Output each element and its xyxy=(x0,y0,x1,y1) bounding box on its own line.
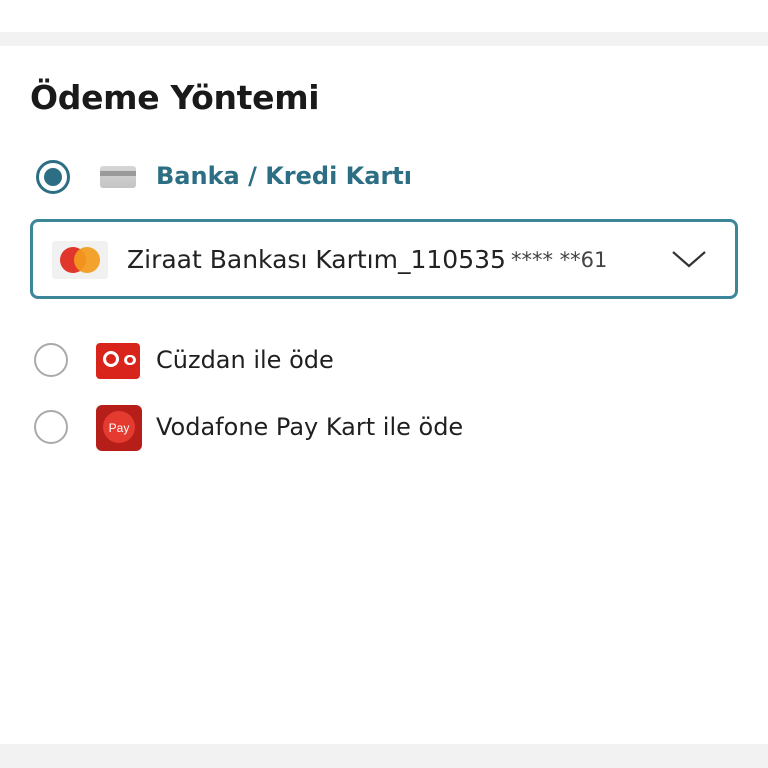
chevron-down-icon[interactable] xyxy=(671,244,707,272)
credit-card-icon xyxy=(100,166,136,188)
option-label-vodafone-pay[interactable]: Vodafone Pay Kart ile öde xyxy=(156,413,463,441)
vodafone-wallet-icon xyxy=(96,343,140,379)
option-label-bank-card[interactable]: Banka / Kredi Kartı xyxy=(156,162,412,190)
vodafone-pay-icon: Pay xyxy=(96,405,142,451)
option-label-wallet[interactable]: Cüzdan ile öde xyxy=(156,346,334,374)
card-name: Ziraat Bankası Kartım_110535 xyxy=(127,245,506,274)
mastercard-icon xyxy=(52,241,108,279)
card-masked-number: **** **61 xyxy=(511,248,608,272)
section-divider xyxy=(0,32,768,46)
saved-card-dropdown[interactable]: Ziraat Bankası Kartım_110535 **** **61 xyxy=(30,219,738,299)
bottom-divider xyxy=(0,744,768,768)
top-bar xyxy=(0,0,768,32)
radio-bank-card[interactable] xyxy=(36,160,70,194)
page-title: Ödeme Yöntemi xyxy=(30,78,320,117)
radio-wallet[interactable] xyxy=(34,343,68,377)
radio-vodafone-pay[interactable] xyxy=(34,410,68,444)
